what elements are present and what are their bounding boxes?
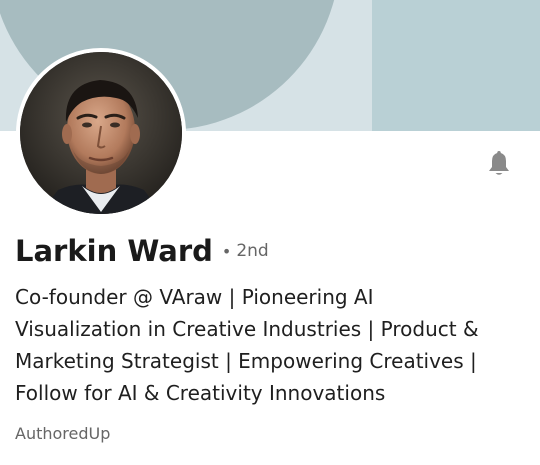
profile-headline: Co-founder @ VAraw | Pioneering AI Visua… — [15, 285, 479, 405]
source-label: AuthoredUp — [15, 424, 111, 443]
banner-shape-right — [372, 0, 540, 131]
avatar[interactable] — [16, 48, 186, 218]
profile-photo — [20, 52, 182, 214]
name-row: Larkin Ward • 2nd — [15, 234, 269, 268]
profile-name[interactable]: Larkin Ward — [15, 234, 213, 268]
notification-bell-button[interactable] — [482, 146, 516, 180]
separator-dot: • — [221, 241, 232, 261]
profile-card: Larkin Ward • 2nd Co-founder @ VAraw | P… — [0, 0, 540, 465]
connection-degree: 2nd — [236, 241, 269, 261]
bell-icon — [489, 151, 509, 175]
